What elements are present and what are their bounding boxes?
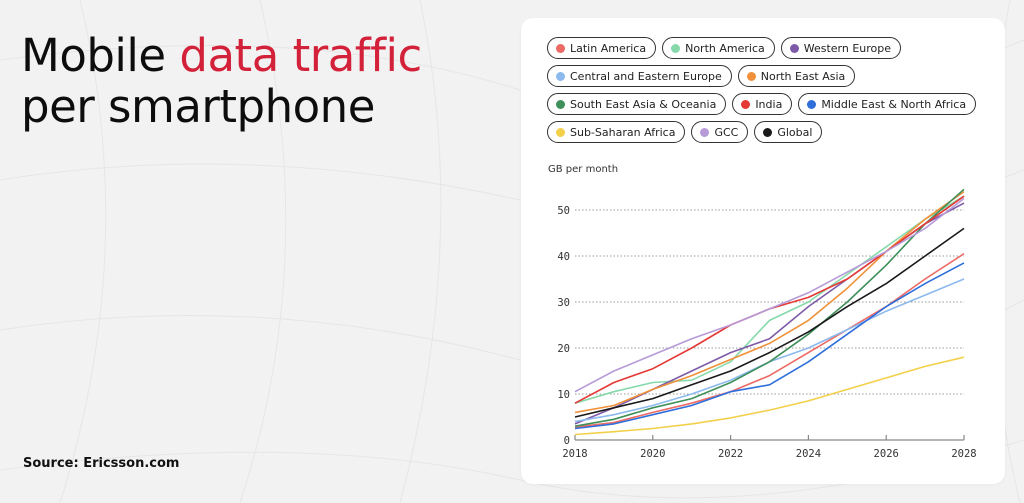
title-line-1: Mobile data traffic: [21, 30, 422, 81]
x-tick-label: 2026: [874, 448, 899, 460]
title-part-1: Mobile: [21, 29, 180, 82]
source-note: Source: Ericsson.com: [23, 456, 180, 471]
y-tick-label: 30: [557, 297, 570, 309]
x-tick-label: 2024: [796, 448, 821, 460]
y-axis-label: GB per month: [548, 164, 618, 175]
series-line-south-east-asia-and-oceania[interactable]: [574, 188, 965, 427]
y-tick-label: 40: [557, 251, 570, 263]
x-tick-label: 2028: [951, 448, 976, 460]
x-tick-label: 2020: [640, 448, 665, 460]
series-line-sub-saharan-africa[interactable]: [574, 356, 965, 436]
series-line-north-east-asia[interactable]: [574, 190, 965, 414]
chart-card: Latin America North America Western Europe…: [521, 18, 1005, 484]
line-chart: GB per month 0 10 20 30 40 50 2018 2020 2022 202…: [548, 164, 977, 460]
y-tick-label: 20: [557, 343, 570, 355]
series-line-central-and-eastern-europe[interactable]: [574, 278, 965, 423]
title-accent: data traffic: [179, 29, 422, 82]
y-tick-label: 10: [557, 389, 570, 401]
x-axis: 2018 2020 2022 2024 2026 2028: [562, 435, 977, 460]
x-tick-label: 2018: [562, 448, 587, 460]
series-line-latin-america[interactable]: [574, 253, 965, 428]
series-lines: [574, 188, 965, 436]
page-title: Mobile data traffic per smartphone: [21, 30, 422, 132]
title-line-2: per smartphone: [21, 80, 375, 133]
y-tick-label: 0: [564, 435, 570, 447]
x-tick-label: 2022: [718, 448, 743, 460]
y-tick-label: 50: [557, 205, 570, 217]
series-line-global[interactable]: [574, 227, 965, 418]
